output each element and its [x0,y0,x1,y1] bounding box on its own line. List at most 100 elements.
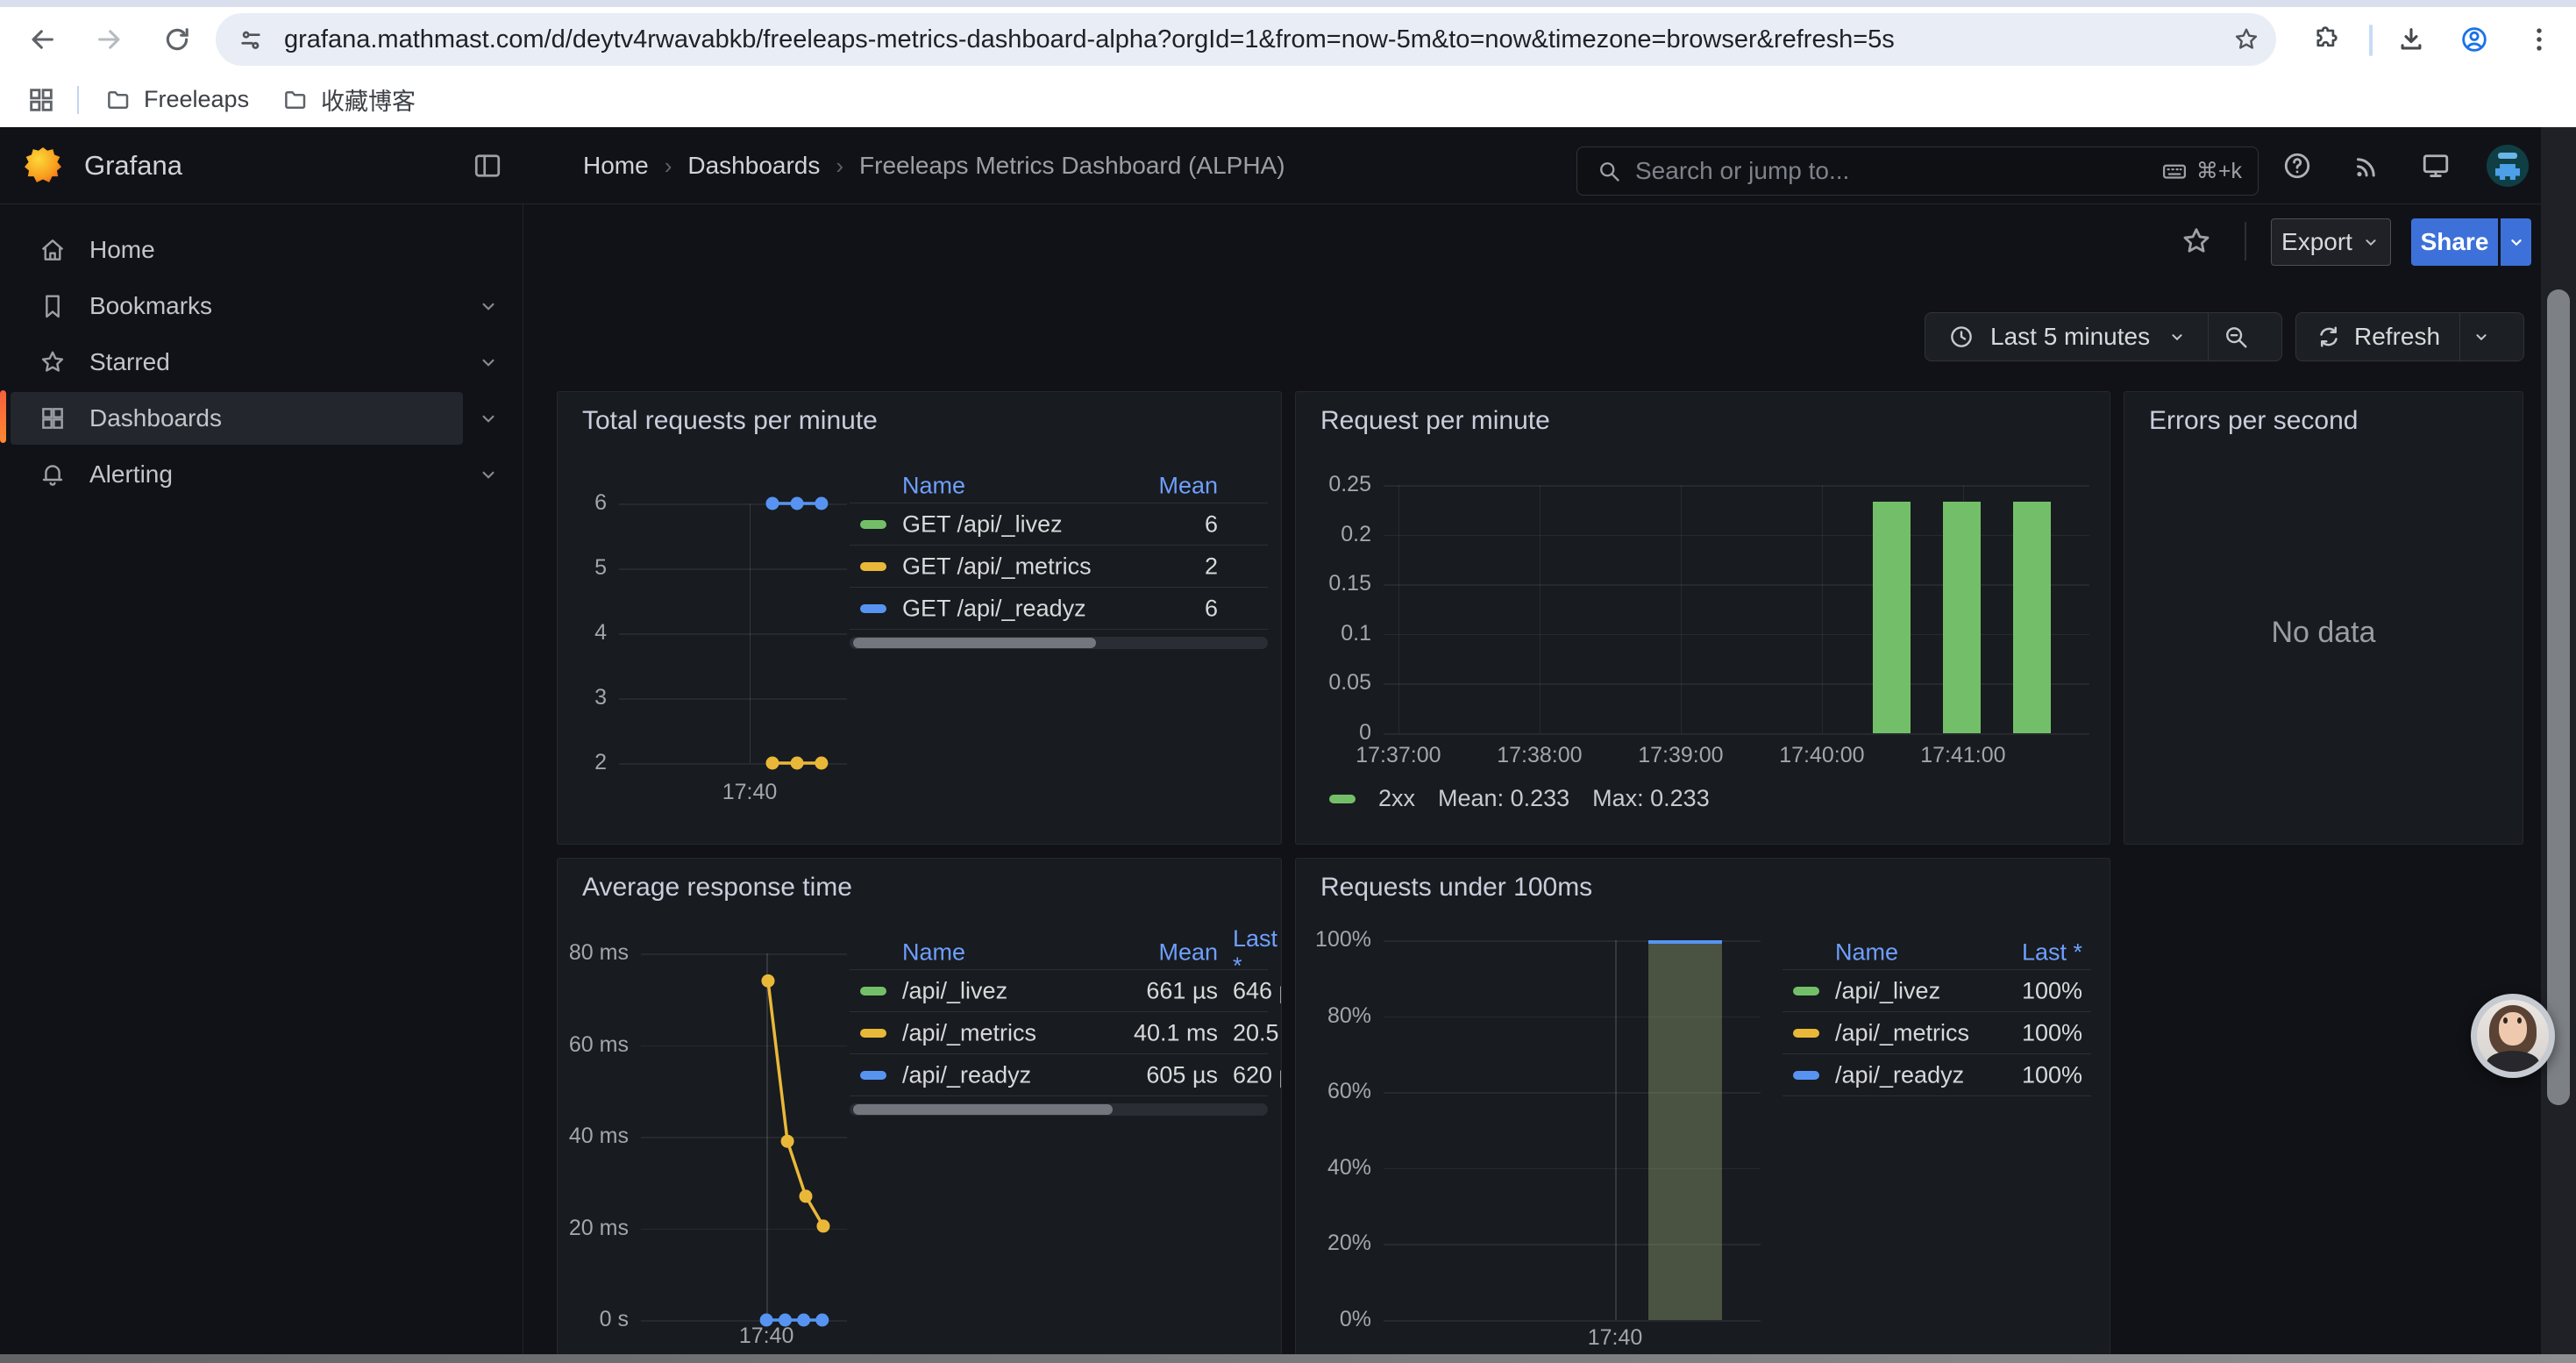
chevron-down-icon[interactable] [477,295,500,318]
url-text[interactable]: grafana.mathmast.com/d/deytv4rwavabkb/fr… [284,13,1895,66]
url-bar[interactable]: grafana.mathmast.com/d/deytv4rwavabkb/fr… [216,13,2276,66]
reload-icon[interactable] [158,20,196,59]
sidebar-item-starred[interactable]: Starred [0,334,523,390]
chevron-down-icon [2507,232,2526,252]
series-last: 100% [1783,1019,2082,1046]
time-range-label[interactable]: Last 5 minutes [1990,323,2150,351]
bar [1648,940,1722,1320]
no-data-message: No data [2124,616,2523,650]
profile-icon[interactable] [2455,20,2494,59]
browser-menu-icon[interactable] [2520,20,2558,59]
house-icon [39,236,67,264]
vertical-scrollbar-thumb[interactable] [2547,289,2570,1105]
bookmark-folder-freeleaps[interactable]: Freeleaps [105,72,249,127]
gridline [1822,485,1824,733]
collapse-sidebar-icon[interactable] [472,150,503,182]
downloads-icon[interactable] [2392,20,2430,59]
sidebar-item-home[interactable]: Home [0,222,523,278]
apps-grid-icon[interactable] [26,85,56,115]
legend-header: NameLast * [1783,936,2091,970]
zoom-out-icon[interactable] [2223,324,2249,350]
refresh-label[interactable]: Refresh [2354,323,2440,351]
refresh-interval-caret[interactable] [2472,327,2491,346]
folder-icon [282,87,309,113]
legend-col-mean[interactable]: Mean [850,939,1218,967]
panel-title[interactable]: Average response time [582,873,852,903]
legend-scrollbar[interactable] [850,1103,1268,1116]
export-button[interactable]: Export [2271,218,2391,266]
panel-title[interactable]: Errors per second [2149,406,2358,436]
kiosk-monitor-icon[interactable] [2420,150,2451,182]
segment-divider [2459,313,2460,360]
legend-scrollbar[interactable] [850,637,1268,649]
favorite-dashboard-star-icon[interactable] [2180,225,2213,258]
search-box[interactable]: ⌘+k [1576,146,2259,196]
news-rss-icon[interactable] [2352,150,2383,182]
share-menu-caret[interactable] [2501,218,2531,266]
breadcrumb: Home › Dashboards › Freeleaps Metrics Da… [583,127,1285,204]
chevron-down-icon [2361,232,2380,252]
legend-table: NameMeanGET /api/_livez6GET /api/_metric… [850,469,1268,649]
series-stat: Max: 0.233 [1592,785,1710,812]
help-icon[interactable] [2281,150,2313,182]
breadcrumb-dashboards[interactable]: Dashboards [687,152,820,180]
chevron-down-icon[interactable] [2167,327,2187,346]
gridline [1540,485,1541,733]
chart-plot[interactable] [619,503,847,763]
back-icon[interactable] [23,20,61,59]
forward-icon[interactable] [90,20,129,59]
legend-col-last[interactable]: Last * [1783,939,2082,967]
panel-title[interactable]: Request per minute [1320,406,1550,436]
gridline [1615,940,1617,1320]
bookmark-folder-blogs[interactable]: 收藏博客 [282,72,416,127]
panel-title[interactable]: Requests under 100ms [1320,873,1592,903]
product-name: Grafana [84,127,182,204]
bookmark-label: 收藏博客 [321,82,416,117]
breadcrumb-home[interactable]: Home [583,152,649,180]
legend-scrollbar-thumb[interactable] [853,638,1096,648]
y-axis-tick: 5 [557,555,607,581]
y-axis-tick: 40% [1301,1155,1371,1181]
refresh-group: Refresh [2295,312,2524,361]
user-avatar[interactable] [2487,145,2529,187]
panel-title[interactable]: Total requests per minute [582,406,878,436]
grafana-logo-icon[interactable] [25,147,61,184]
x-axis-tick: 17:39:00 [1611,743,1751,768]
site-settings-icon[interactable] [237,25,265,54]
y-axis-tick: 80 ms [559,940,629,966]
legend-row: /api/_livez100% [1783,970,2091,1012]
series-swatch [1329,795,1356,803]
chart-plot[interactable] [641,953,847,1320]
avatar-pixel-art [2498,153,2517,159]
extensions-icon[interactable] [2306,20,2345,59]
sidebar-item-bookmarks[interactable]: Bookmarks [0,278,523,334]
bookmarks-bar: Freeleaps 收藏博客 [0,72,2576,127]
sidebar-item-dashboards[interactable]: Dashboards [0,390,523,446]
sidebar: Home Bookmarks Starred Dashboards Alerti… [0,204,523,1363]
y-axis-tick: 0.2 [1301,522,1371,547]
search-input[interactable] [1635,157,2161,185]
legend-row: /api/_livez661 µs646 µs [850,970,1268,1012]
share-button[interactable]: Share [2411,218,2498,266]
y-axis-tick: 2 [557,750,607,775]
gridline [1681,485,1683,733]
dashboards-grid-icon [39,404,67,432]
chevron-down-icon[interactable] [477,407,500,430]
assistant-extension-avatar[interactable] [2471,994,2555,1078]
chevron-down-icon[interactable] [477,351,500,374]
series-last: 100% [1783,1061,2082,1088]
chevron-down-icon[interactable] [477,463,500,486]
refresh-icon[interactable] [2316,324,2342,350]
series-mean: 605 µs [850,1061,1218,1088]
y-axis-tick: 0.15 [1301,571,1371,596]
legend-header: NameMean [850,469,1268,503]
legend-table: NameLast */api/_livez100%/api/_metrics10… [1783,936,2091,1096]
legend-scrollbar-thumb[interactable] [853,1104,1113,1115]
clock-icon [1948,324,1975,350]
series-name[interactable]: 2xx [1378,785,1415,812]
sidebar-item-alerting[interactable]: Alerting [0,446,523,503]
y-axis-tick: 60% [1301,1079,1371,1104]
bookmark-star-icon[interactable] [2232,25,2260,54]
breadcrumb-separator: › [836,153,843,180]
legend-col-mean[interactable]: Mean [850,473,1218,500]
